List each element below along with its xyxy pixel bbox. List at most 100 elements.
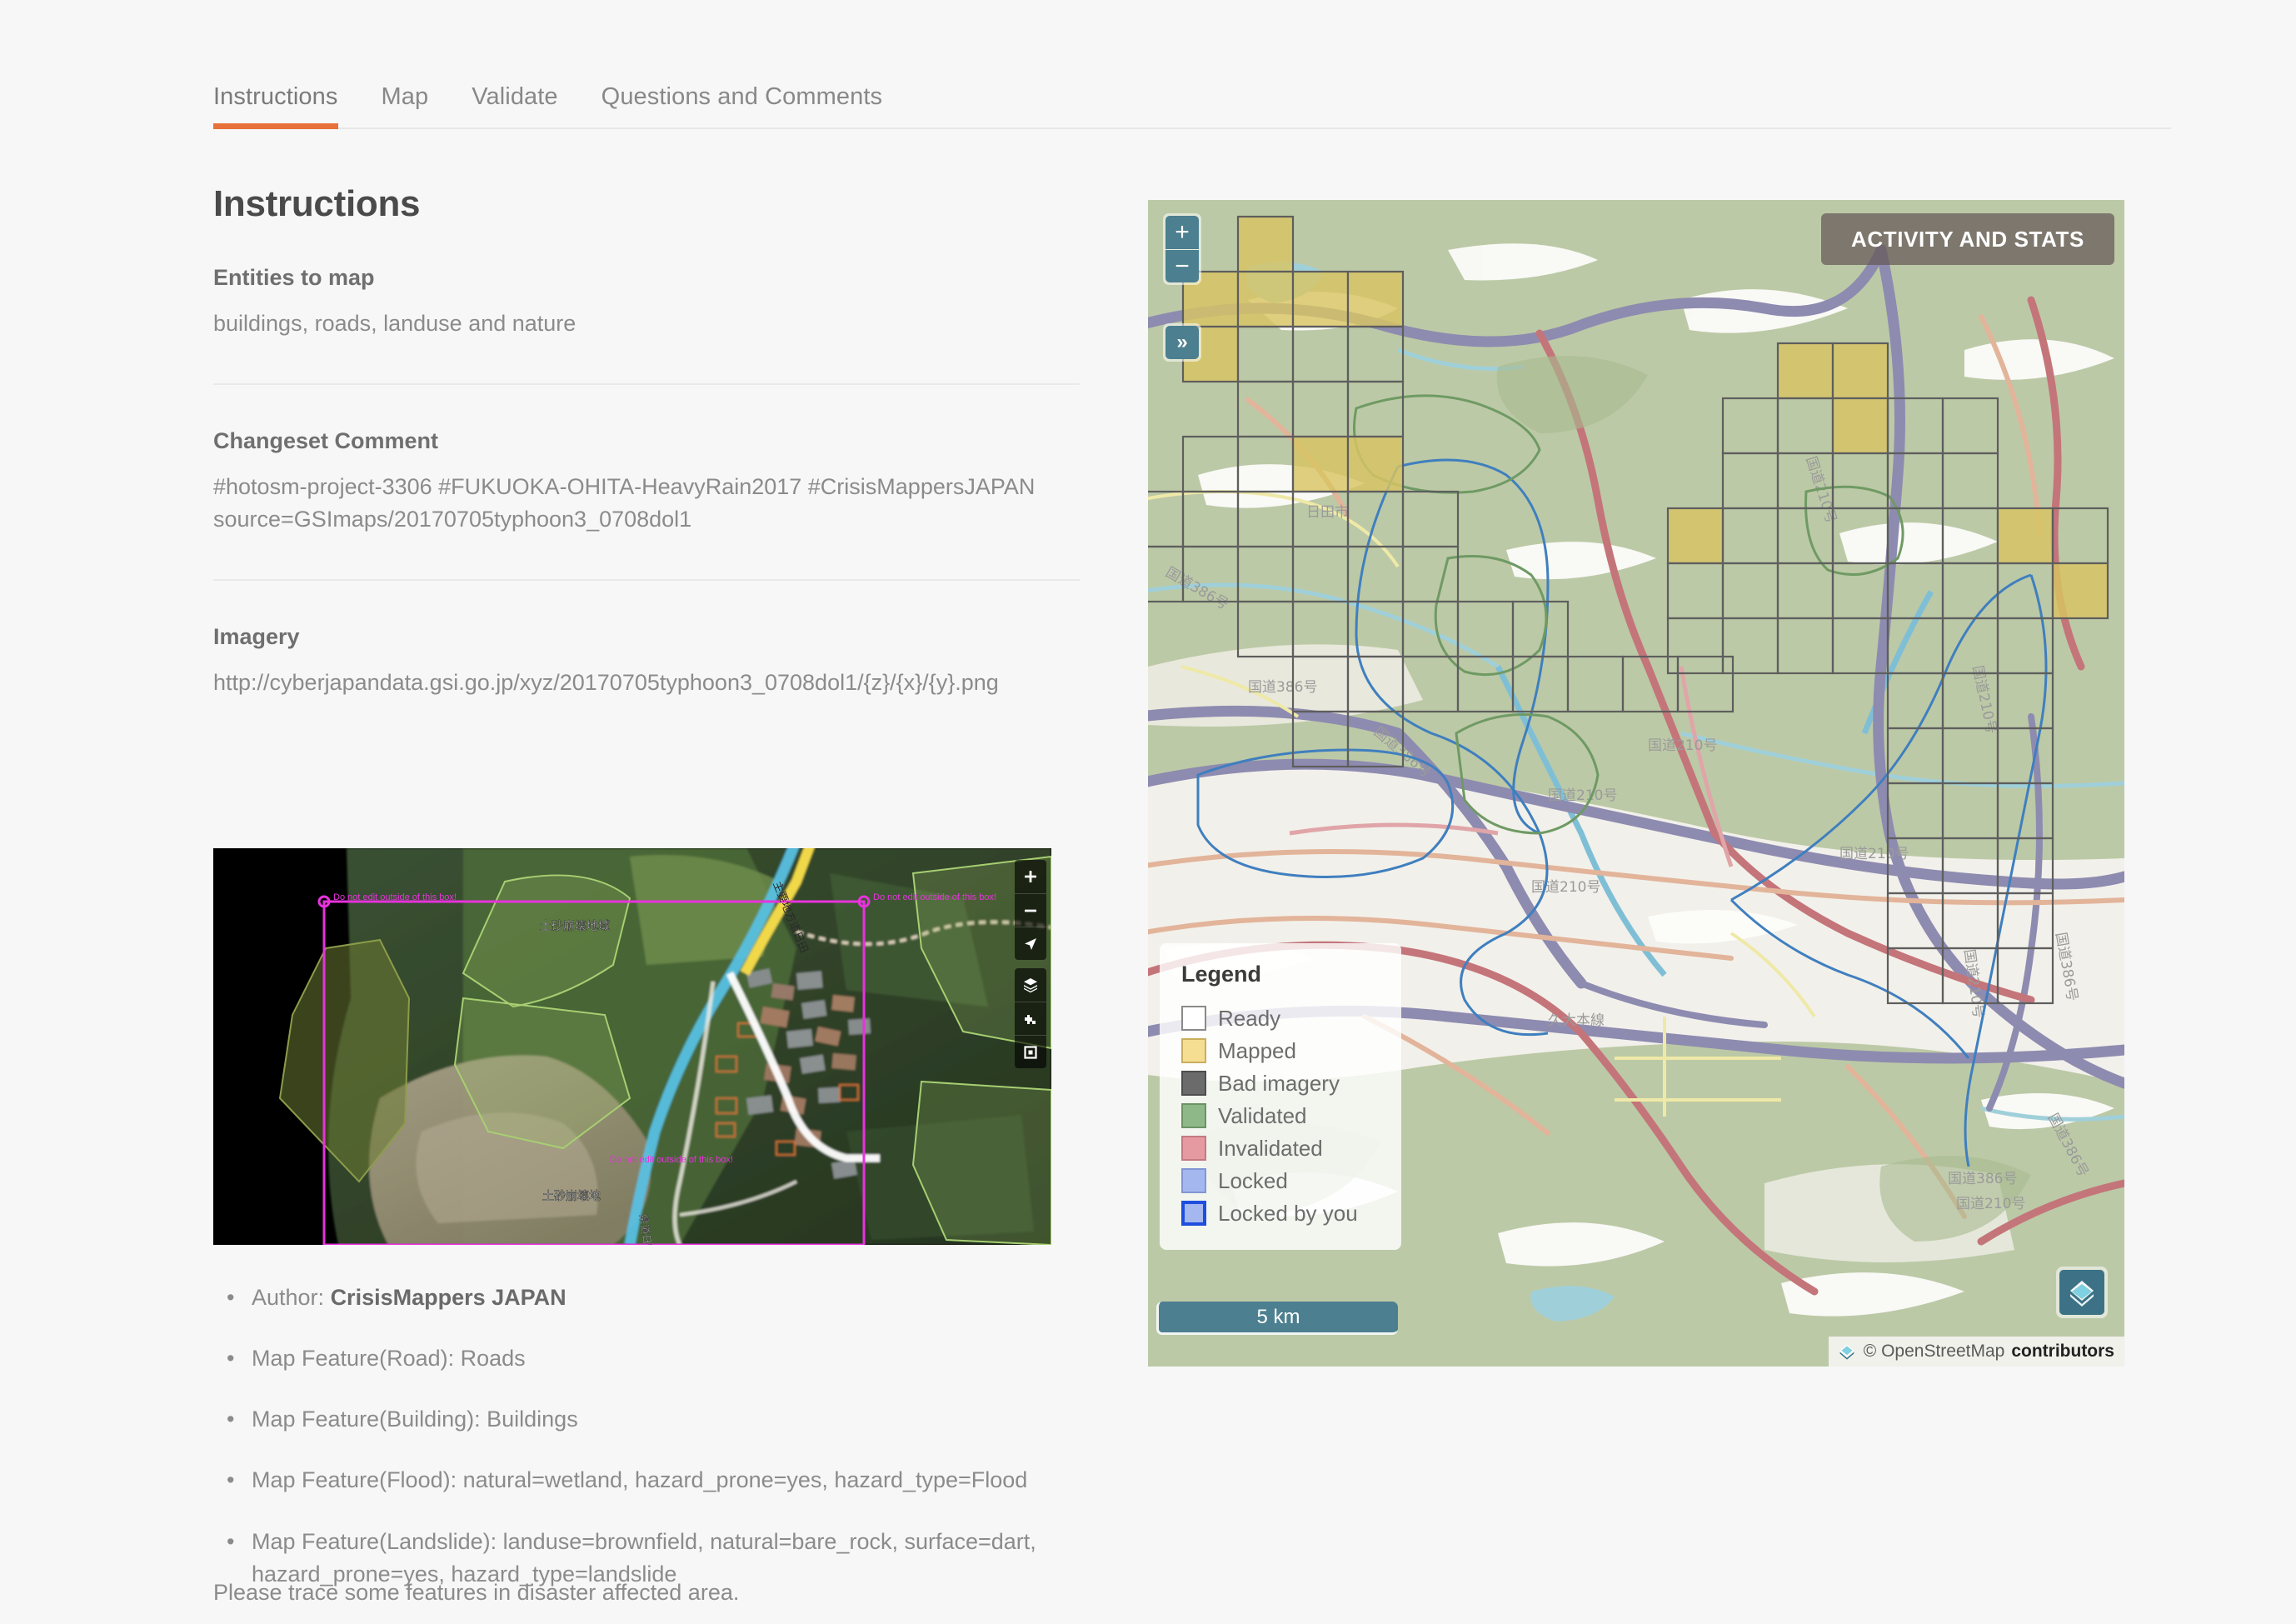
legend-swatch-locked-by-you [1181, 1201, 1206, 1226]
id-zoom-in-button[interactable] [1015, 860, 1046, 893]
bullet-text-2: Map Feature(Building): Buildings [252, 1407, 578, 1432]
legend-item-mapped: Mapped [1181, 1038, 1383, 1063]
map-scale-bar: 5 km [1156, 1302, 1398, 1335]
bullet-text-0: Author: [252, 1285, 331, 1310]
tab-questions-and-comments[interactable]: Questions and Comments [580, 85, 904, 127]
legend-swatch-locked [1181, 1168, 1206, 1193]
attribution-prefix: © OpenStreetMap [1863, 1342, 2005, 1361]
screenshot-label-landslide-2: 土砂崩壊地 [542, 1190, 601, 1203]
legend-label-validated: Validated [1218, 1103, 1307, 1128]
bullet-text-4: Map Feature(Landslide): landuse=brownfie… [252, 1528, 1036, 1587]
map-attribution: © OpenStreetMap contributors [1828, 1337, 2124, 1367]
id-background-layers-icon[interactable] [1015, 968, 1046, 1002]
legend-swatch-mapped [1181, 1038, 1206, 1063]
legend-label-locked-by-you: Locked by you [1218, 1201, 1358, 1226]
map-road-label-8: 国道210号 [1839, 846, 1909, 862]
entities-to-map-heading: Entities to map [213, 265, 375, 290]
map-place-label-1: 日田市 [1306, 504, 1349, 521]
layers-icon-svg [2070, 1281, 2094, 1307]
tab-map[interactable]: Map [360, 85, 451, 127]
tab-list: Instructions Map Validate Questions and … [213, 50, 2171, 129]
screenshot-graphic: Do not edit outside of this box! Do not … [213, 848, 1051, 1245]
attribution-contributors-link[interactable]: contributors [2011, 1342, 2114, 1362]
tab-map-label: Map [381, 83, 429, 110]
tab-instructions-label: Instructions [213, 83, 338, 110]
map-legend: Legend Ready Mapped Bad imagery Validate… [1160, 943, 1401, 1250]
entities-to-map-text: buildings, roads, landuse and nature [213, 311, 576, 336]
tab-validate-label: Validate [472, 83, 558, 110]
map-expand-button[interactable]: » [1163, 323, 1201, 362]
legend-label-invalidated: Invalidated [1218, 1136, 1323, 1161]
legend-swatch-bad-imagery [1181, 1071, 1206, 1096]
activity-and-stats-label: ACTIVITY AND STATS [1851, 226, 2084, 252]
tab-instructions[interactable]: Instructions [213, 83, 360, 129]
legend-swatch-validated [1181, 1103, 1206, 1128]
list-item: Map Feature(Flood): natural=wetland, haz… [227, 1464, 1080, 1497]
id-editor-panel-group [1015, 968, 1046, 1068]
imagery-heading: Imagery [213, 624, 300, 650]
screenshot-warning-center: Do not edit outside of this box! [610, 1155, 733, 1165]
tab-validate[interactable]: Validate [450, 85, 579, 127]
legend-item-validated: Validated [1181, 1103, 1383, 1128]
id-zoom-out-button[interactable] [1015, 893, 1046, 927]
tab-questions-and-comments-label: Questions and Comments [601, 83, 883, 110]
id-issues-icon[interactable] [1015, 1035, 1046, 1068]
legend-title: Legend [1181, 962, 1262, 987]
changeset-comment-line-2: source=GSImaps/20170705typhoon3_0708dol1 [213, 507, 692, 532]
legend-swatch-ready [1181, 1006, 1206, 1031]
imagery-url: http://cyberjapandata.gsi.go.jp/xyz/2017… [213, 670, 999, 696]
task-map[interactable]: 国道210号 国道386号 国道386号 国道386号 国道210号 国道210… [1148, 200, 2124, 1367]
id-map-data-icon[interactable] [1015, 1002, 1046, 1035]
divider-1 [213, 383, 1080, 386]
map-layers-button[interactable] [2056, 1267, 2108, 1318]
bullet-text-3: Map Feature(Flood): natural=wetland, haz… [252, 1467, 1028, 1493]
map-feature-list: Author: CrisisMappers JAPAN Map Feature(… [213, 1282, 1080, 1619]
layers-diamond-icon [2059, 1270, 2104, 1315]
list-item: Map Feature(Road): Roads [227, 1342, 1080, 1375]
changeset-comment-section: Changeset Comment #hotosm-project-3306 #… [213, 428, 1080, 536]
id-geolocate-icon[interactable] [1015, 927, 1046, 960]
task-instructions-page: Instructions Map Validate Questions and … [0, 0, 2296, 1624]
bullet-text-1: Map Feature(Road): Roads [252, 1346, 526, 1372]
entities-to-map-section: Entities to map buildings, roads, landus… [213, 265, 1080, 340]
screenshot-label-landslide-1: 土砂崩壊地域 [540, 920, 610, 933]
tab-bar: Instructions Map Validate Questions and … [213, 50, 2171, 129]
legend-label-locked: Locked [1218, 1168, 1288, 1193]
map-zoom-in-label: + [1175, 218, 1190, 246]
osm-diamond-icon [1839, 1344, 1854, 1360]
imagery-section: Imagery http://cyberjapandata.gsi.go.jp/… [213, 624, 1080, 699]
map-zoom-in-button[interactable]: + [1165, 216, 1199, 249]
screenshot-warning-top-left: Do not edit outside of this box! [333, 892, 457, 902]
map-place-label-2: 久大本線 [1548, 1012, 1605, 1029]
instructions-panel: Instructions Entities to map buildings, … [213, 183, 1080, 700]
legend-label-bad-imagery: Bad imagery [1218, 1071, 1340, 1096]
map-road-label-7: 国道210号 [1531, 879, 1600, 896]
chevron-double-right-icon: » [1165, 326, 1199, 359]
legend-item-ready: Ready [1181, 1006, 1383, 1031]
id-editor-controls [1015, 860, 1046, 1068]
instructions-screenshot: Do not edit outside of this box! Do not … [213, 848, 1051, 1245]
legend-label-mapped: Mapped [1218, 1038, 1296, 1063]
list-item: Map Feature(Building): Buildings [227, 1403, 1080, 1436]
map-road-label-5: 国道210号 [1548, 787, 1617, 804]
list-item: Author: CrisisMappers JAPAN [227, 1282, 1080, 1314]
legend-label-ready: Ready [1218, 1006, 1281, 1031]
legend-item-invalidated: Invalidated [1181, 1136, 1383, 1161]
map-zoom-controls: + − [1163, 213, 1201, 285]
changeset-comment-line-1: #hotosm-project-3306 #FUKUOKA-OHITA-Heav… [213, 474, 1036, 500]
screenshot-warning-top-right: Do not edit outside of this box! [873, 892, 996, 902]
map-road-label-3: 国道386号 [1248, 679, 1317, 696]
changeset-comment-heading: Changeset Comment [213, 428, 439, 454]
map-road-label-13: 国道386号 [1948, 1171, 2017, 1187]
id-editor-zoom-group [1015, 860, 1046, 960]
map-road-label-14: 国道210号 [1956, 1196, 2025, 1212]
map-road-label-6: 国道210号 [1648, 737, 1717, 754]
legend-item-locked: Locked [1181, 1168, 1383, 1193]
legend-item-locked-by-you: Locked by you [1181, 1201, 1383, 1226]
legend-item-bad-imagery: Bad imagery [1181, 1071, 1383, 1096]
bullet-strong-0: CrisisMappers JAPAN [330, 1285, 567, 1310]
divider-2 [213, 579, 1080, 582]
map-zoom-out-button[interactable]: − [1165, 249, 1199, 282]
map-zoom-out-label: − [1175, 252, 1190, 280]
activity-and-stats-button[interactable]: ACTIVITY AND STATS [1821, 213, 2114, 265]
